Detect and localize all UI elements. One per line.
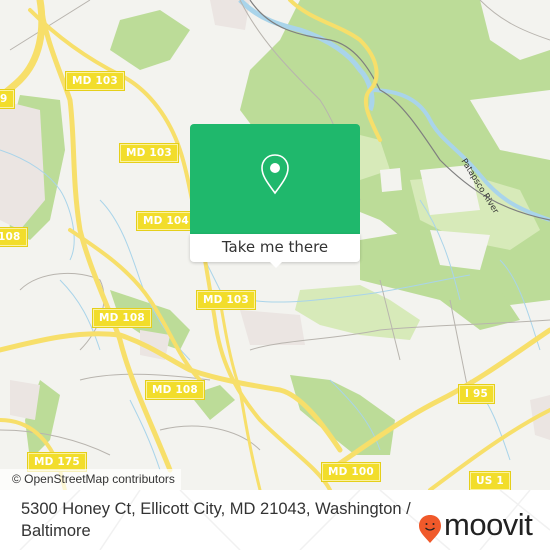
moovit-logo[interactable]: moovit xyxy=(418,508,548,543)
road-label-md103: MD 103 xyxy=(120,144,178,162)
road-label-md108: 108 xyxy=(0,228,27,246)
road-label-i95: I 95 xyxy=(459,385,494,403)
road-label-us1: US 1 xyxy=(470,472,510,490)
location-popup: Take me there xyxy=(190,124,360,268)
moovit-smiley-pin-icon xyxy=(419,515,441,543)
moovit-wordmark: moovit xyxy=(444,507,533,542)
road-label-md108: MD 108 xyxy=(146,381,204,399)
road-label-md100: MD 100 xyxy=(322,463,380,481)
road-label-md99: 9 xyxy=(0,90,14,108)
map-attribution[interactable]: © OpenStreetMap contributors xyxy=(0,469,181,490)
take-me-there-button[interactable]: Take me there xyxy=(190,234,360,262)
road-label-md103: MD 103 xyxy=(66,72,124,90)
map-view[interactable]: MD 103 MD 103 MD 104 108 MD 103 MD 108 M… xyxy=(0,0,550,490)
road-label-md108: MD 108 xyxy=(93,309,151,327)
popup-pointer xyxy=(268,260,284,268)
road-label-md103: MD 103 xyxy=(197,291,255,309)
address-text: 5300 Honey Ct, Ellicott City, MD 21043, … xyxy=(21,500,411,540)
road-label-md104: MD 104 xyxy=(137,212,195,230)
location-pin-icon xyxy=(261,154,289,195)
